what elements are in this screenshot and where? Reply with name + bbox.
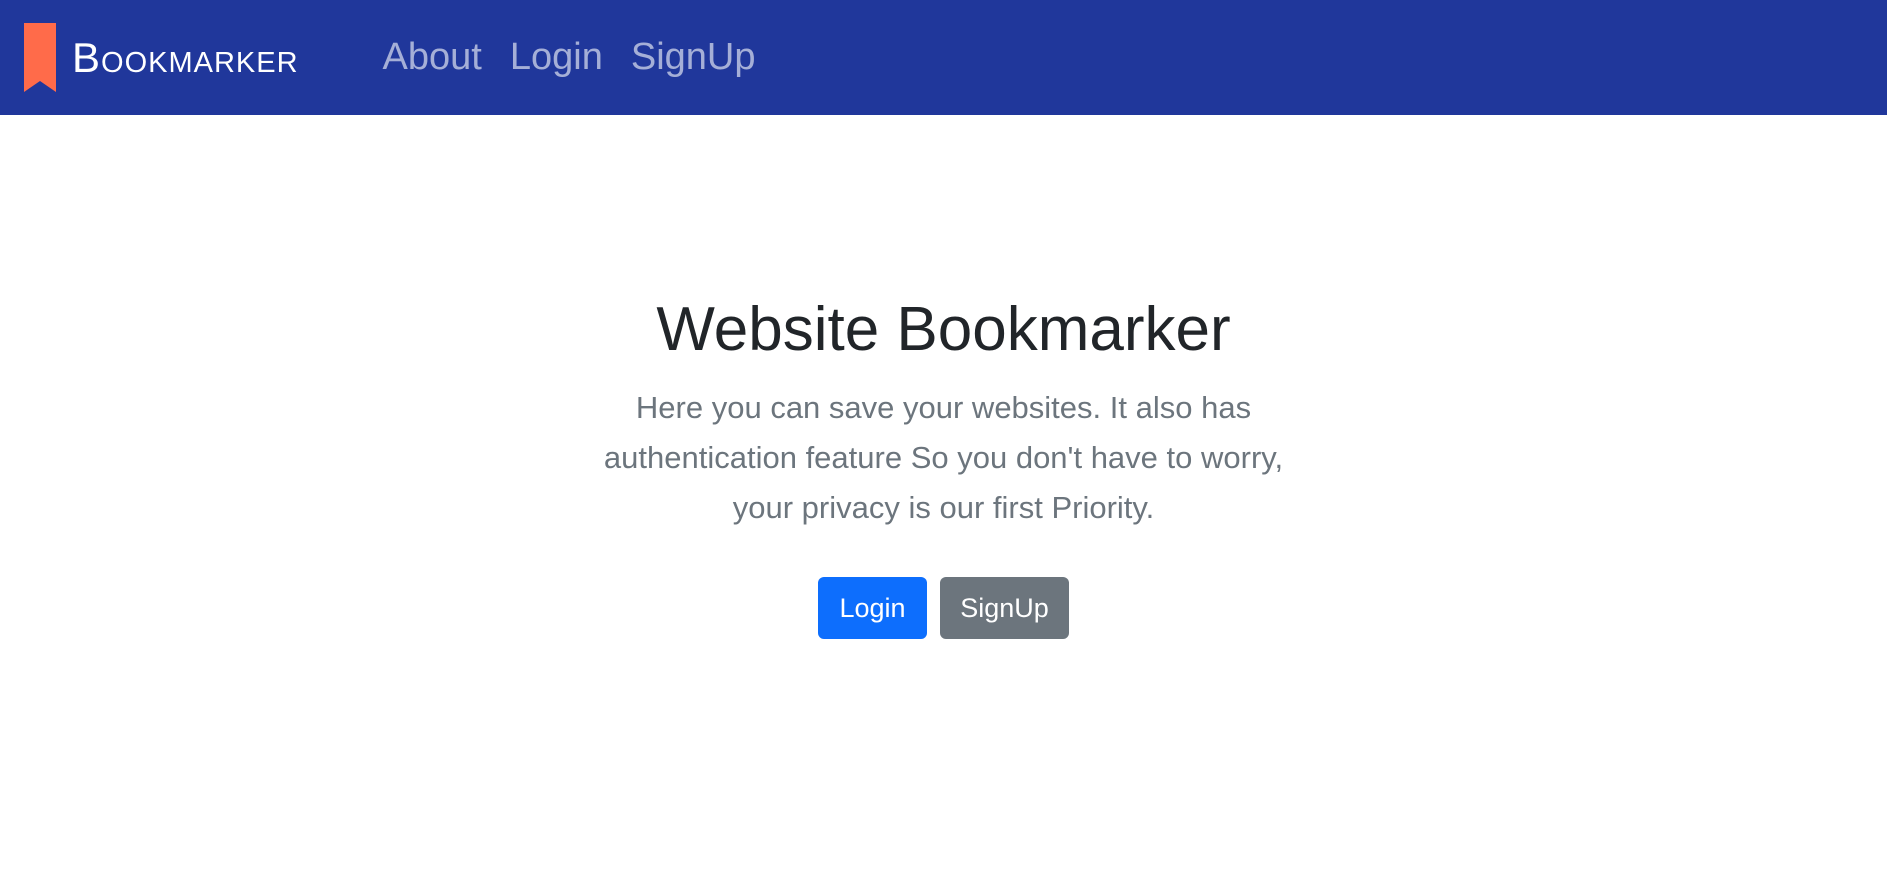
hero-description: Here you can save your websites. It also… [603,390,1284,526]
signup-button[interactable]: SignUp [940,577,1069,640]
nav-links: About Login SignUp [383,36,784,79]
nav-link-signup[interactable]: SignUp [631,36,756,79]
brand-link[interactable]: Bookmarker [24,22,299,94]
hero-buttons: Login SignUp [0,577,1887,640]
nav-link-about[interactable]: About [383,36,482,79]
page-title: Website Bookmarker [656,295,1231,364]
hero-section: Website Bookmarker Here you can save you… [0,115,1887,640]
brand-name: Bookmarker [72,33,299,81]
top-navbar: Bookmarker About Login SignUp [0,0,1887,115]
nav-link-login[interactable]: Login [510,36,603,79]
bookmark-icon [24,23,56,92]
login-button[interactable]: Login [818,577,927,640]
